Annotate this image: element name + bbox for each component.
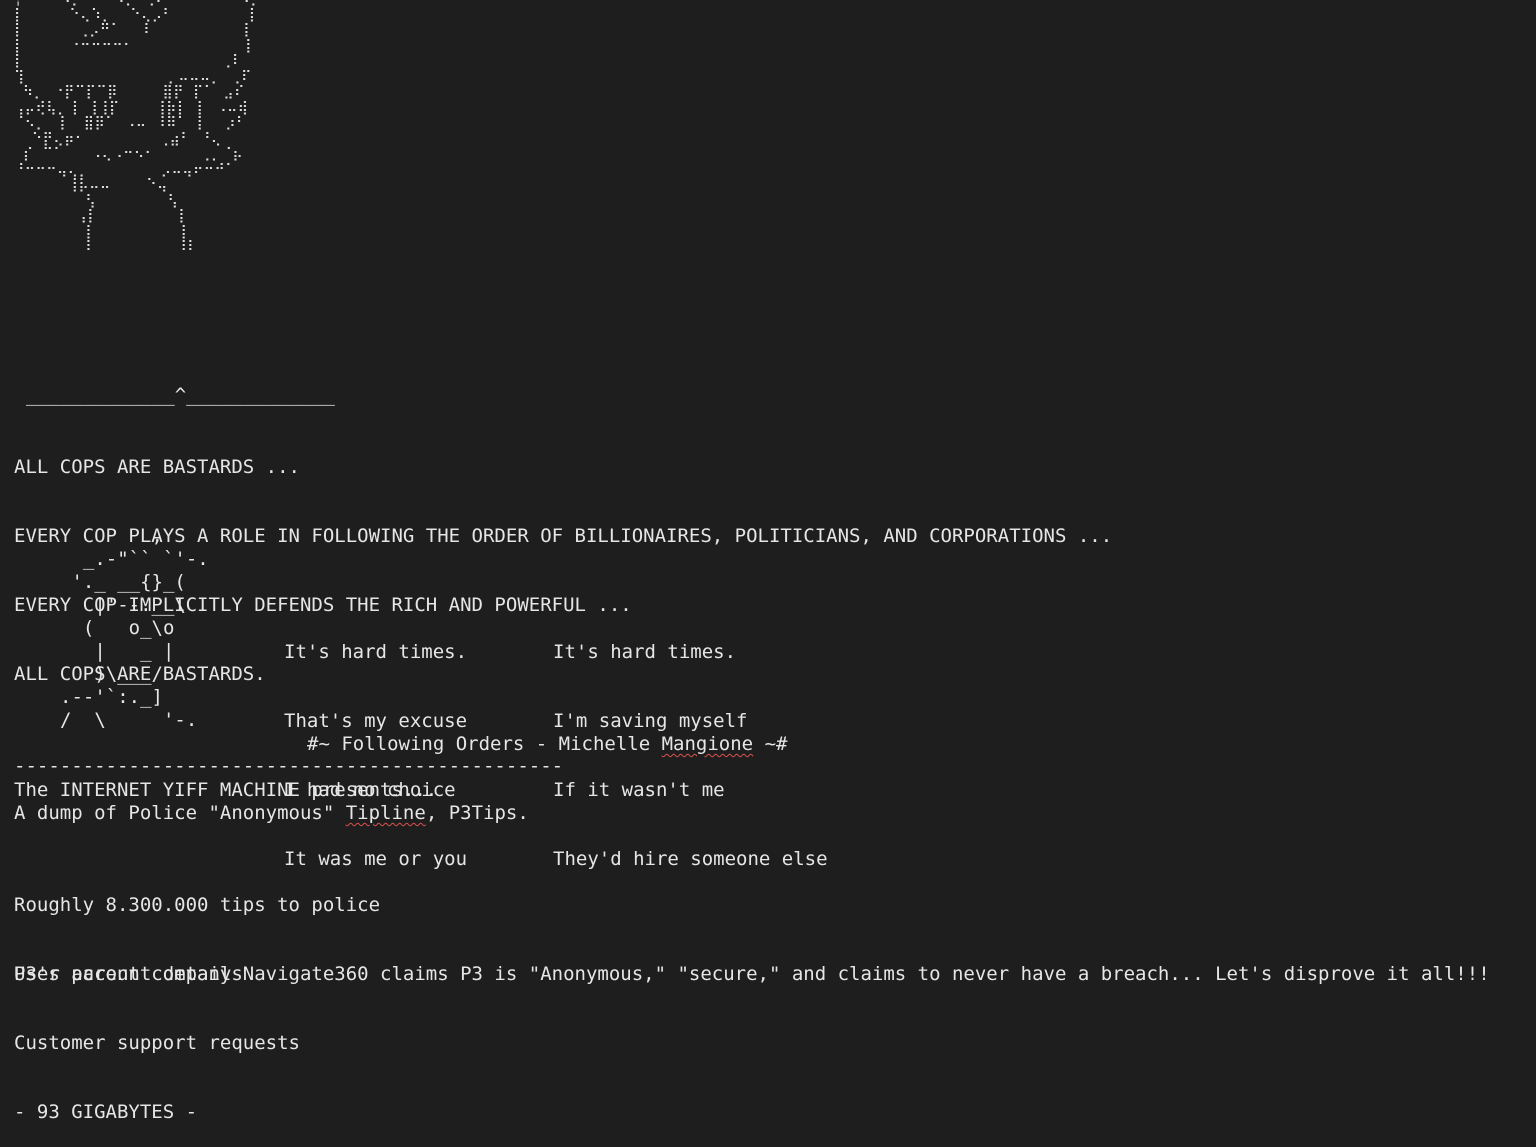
ascii-art-skull: ┆ ⠈⠳⡀⠛⠉⠓⠢⡀ ⢀⠔⠁ ⠱⡀ ⡇ ⠑⢄⠱⡀ ⠑⢄⡠⠃ ⢸ ⡇ ⢀⡠⠛⠁ ⠸… [14, 0, 260, 255]
dump-prefix: A dump of Police "Anonymous" [14, 802, 346, 824]
divider-short: _____________^_____________ [26, 384, 335, 406]
credit-name: Mangione [661, 733, 754, 755]
dump-word: Tipline [345, 802, 426, 824]
lyric-line: It's hard times. [553, 641, 737, 663]
presents-line: The INTERNET YIFF MACHINE presents... [14, 779, 438, 801]
contents-list: Roughly 8.300.000 tips to police User ac… [14, 848, 380, 1147]
claim-line: P3's parent company Navigate360 claims P… [14, 963, 1490, 985]
lyric-line: I'm saving myself [553, 710, 748, 732]
contents-line: - 93 GIGABYTES - [14, 1101, 198, 1123]
divider-long: ----------------------------------------… [14, 755, 564, 777]
lyric-line: If it wasn't me [553, 779, 725, 801]
contents-line: Roughly 8.300.000 tips to police [14, 894, 381, 916]
credit-suffix: ~# [753, 733, 788, 755]
contents-line: Customer support requests [14, 1032, 300, 1054]
lyric-line: They'd hire someone else [553, 848, 828, 870]
lyric-line: That's my excuse [284, 710, 468, 732]
song-credit: #~ Following Orders - Michelle Mangione … [307, 733, 787, 756]
lyric-line: It's hard times. [284, 641, 468, 663]
dump-line: A dump of Police "Anonymous" Tipline, P3… [14, 802, 529, 825]
ascii-art-figure: , _.-"`` `'-. '._ __{}_( |'--.__\ ( o_\o… [60, 525, 209, 731]
dump-suffix: , P3Tips. [425, 802, 529, 824]
manifesto-line: ALL COPS ARE BASTARDS ... [14, 456, 300, 478]
credit-prefix: #~ Following Orders - Michelle [307, 733, 662, 755]
